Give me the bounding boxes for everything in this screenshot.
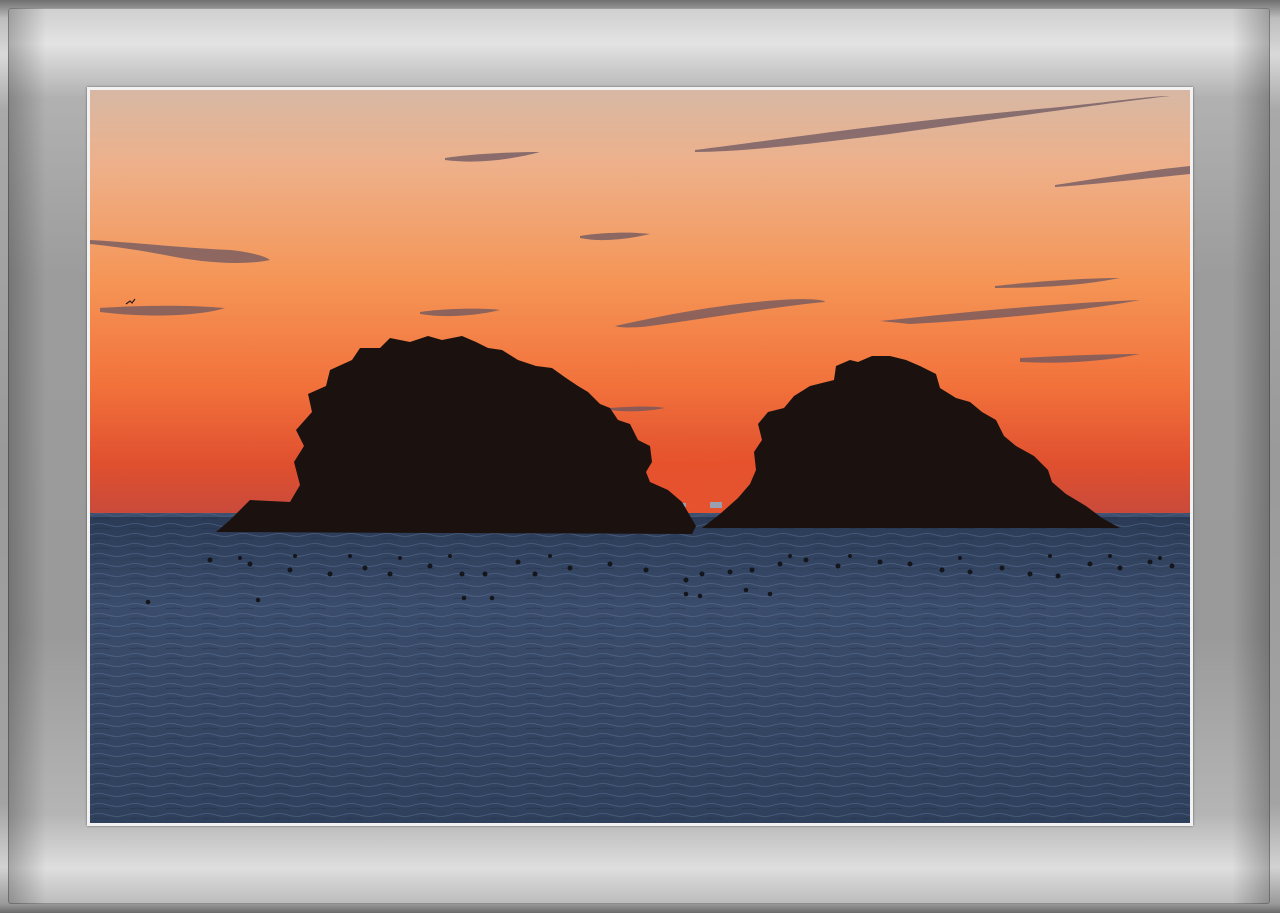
sunset-photo: [90, 90, 1190, 823]
picture-frame: [0, 0, 1280, 913]
sea: [90, 513, 1190, 823]
